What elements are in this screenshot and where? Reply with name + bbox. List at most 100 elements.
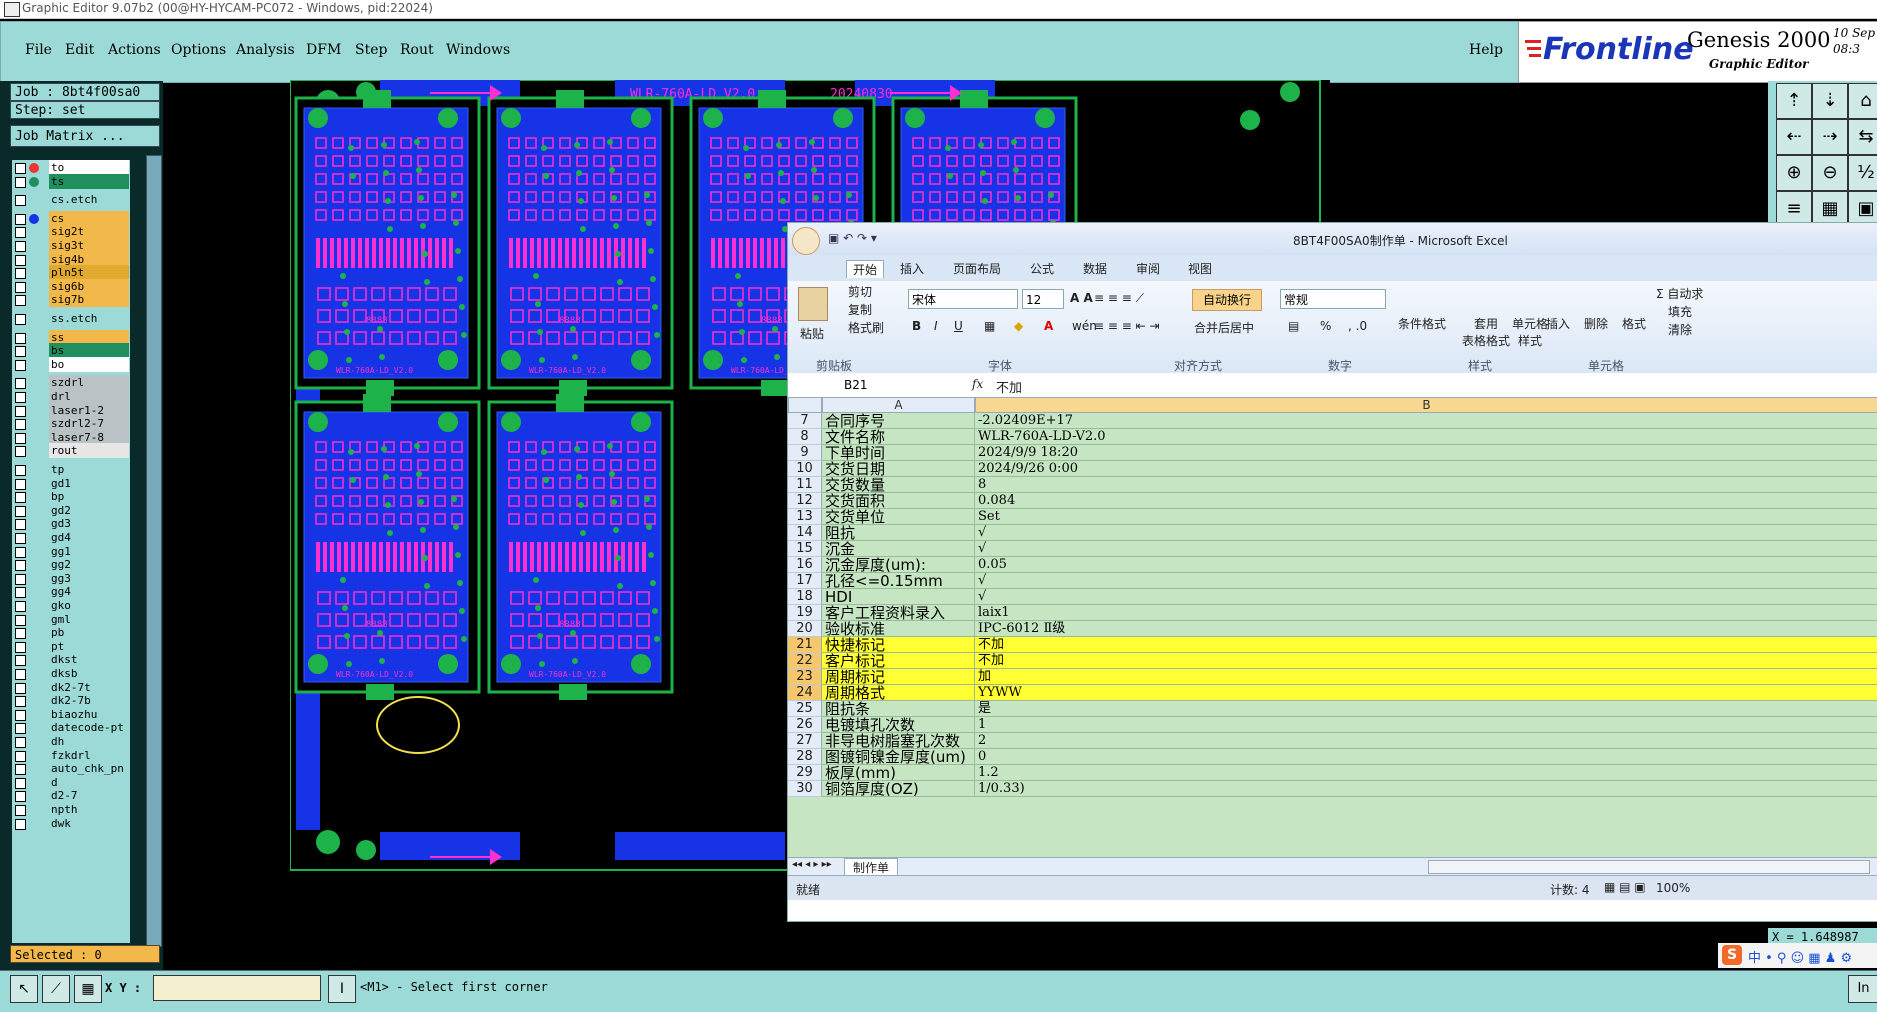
menu-options[interactable]: Options xyxy=(171,42,226,58)
tool-zoom-out-icon[interactable]: ⊖ xyxy=(1812,155,1848,191)
cell-b[interactable]: 1/0.33) xyxy=(975,781,1877,797)
row-number[interactable]: 26 xyxy=(788,717,822,733)
cell-b[interactable]: √ xyxy=(975,589,1877,605)
tab-formulas[interactable]: 公式 xyxy=(1030,260,1054,277)
column-header-b[interactable]: B xyxy=(975,397,1877,413)
row-number[interactable]: 10 xyxy=(788,461,822,477)
percent-button[interactable]: % xyxy=(1320,319,1331,333)
menu-dfm[interactable]: DFM xyxy=(306,42,341,58)
number-format-combo[interactable]: 常规 xyxy=(1280,289,1386,309)
layer-checkbox[interactable] xyxy=(15,378,26,390)
bold-button[interactable]: B xyxy=(912,319,921,333)
cell-b[interactable]: 不加 xyxy=(975,653,1877,669)
tool-scale-icon[interactable]: ½ xyxy=(1848,155,1877,191)
sheet-nav-icon[interactable]: ◂◂ ◂ ▸ ▸▸ xyxy=(792,859,832,870)
cell-b[interactable]: 0.084 xyxy=(975,493,1877,509)
select-all-corner[interactable] xyxy=(788,397,822,413)
tool-zoom-home-icon[interactable]: ⇡ xyxy=(1776,83,1812,119)
layer-checkbox[interactable] xyxy=(15,587,26,599)
row-number[interactable]: 27 xyxy=(788,733,822,749)
row-number[interactable]: 12 xyxy=(788,493,822,509)
layer-checkbox[interactable] xyxy=(15,669,26,680)
cell-a[interactable]: 沉金厚度(um): xyxy=(822,557,975,573)
row-number[interactable]: 7 xyxy=(788,413,822,429)
tool-cursor-icon[interactable]: I xyxy=(328,975,356,1003)
tool-fit-icon[interactable]: ⇆ xyxy=(1848,119,1877,155)
cell-b[interactable]: IPC-6012 Ⅱ级 xyxy=(975,621,1877,637)
underline-button[interactable]: U xyxy=(954,319,963,333)
tool-left-icon[interactable]: ⇠ xyxy=(1776,119,1812,155)
layer-checkbox[interactable] xyxy=(15,227,26,239)
conditional-format-button[interactable]: 条件格式 xyxy=(1398,315,1446,332)
layer-checkbox[interactable] xyxy=(15,213,26,225)
layer-checkbox[interactable] xyxy=(15,465,26,476)
format-cells-button[interactable]: 格式 xyxy=(1622,315,1646,332)
currency-icon[interactable]: ▤ xyxy=(1288,319,1299,333)
layer-checkbox[interactable] xyxy=(15,546,26,558)
ime-toolbar[interactable]: S 中 • ⚲ ☺ ▦ ♟ ⚙ xyxy=(1718,943,1877,968)
tab-view[interactable]: 视图 xyxy=(1188,260,1212,277)
layer-checkbox[interactable] xyxy=(15,432,26,444)
layer-checkbox[interactable] xyxy=(15,332,26,344)
font-grow-icon[interactable]: A A xyxy=(1070,291,1093,305)
layer-checkbox[interactable] xyxy=(15,446,26,458)
row-number[interactable]: 25 xyxy=(788,701,822,717)
quick-access-icon[interactable]: ▣ ↶ ↷ ▾ xyxy=(828,231,877,245)
cut-button[interactable]: 剪切 xyxy=(848,283,872,300)
layer-checkbox[interactable] xyxy=(15,405,26,417)
cell-a[interactable]: 阻抗 xyxy=(822,525,975,541)
layer-row-cs-etch[interactable]: cs.etch xyxy=(12,192,130,208)
cell-a[interactable]: 非导电树脂塞孔次数 xyxy=(822,733,975,749)
row-number[interactable]: 29 xyxy=(788,765,822,781)
cell-styles-button[interactable]: 单元格 样式 xyxy=(1512,315,1548,349)
decimal-icon[interactable]: , .0 xyxy=(1348,319,1367,333)
cell-b[interactable]: 8 xyxy=(975,477,1877,493)
cell-a[interactable]: 快捷标记 xyxy=(822,637,975,653)
paste-icon[interactable] xyxy=(798,287,828,321)
autosum-button[interactable]: Σ 自动求 xyxy=(1656,285,1703,302)
layer-checkbox[interactable] xyxy=(15,359,26,371)
font-name-combo[interactable]: 宋体 xyxy=(908,289,1018,309)
layer-row-bo[interactable]: bo xyxy=(12,356,130,373)
layer-checkbox[interactable] xyxy=(15,492,26,504)
insert-cells-button[interactable]: 插入 xyxy=(1546,315,1570,332)
paste-button[interactable]: 粘贴 xyxy=(800,325,824,342)
cell-a[interactable]: 铜箔厚度(OZ) xyxy=(822,781,975,797)
layer-checkbox[interactable] xyxy=(15,419,26,431)
column-header-a[interactable]: A xyxy=(822,397,975,413)
cell-b[interactable]: 2024/9/9 18:20 xyxy=(975,445,1877,461)
fx-icon[interactable]: fx xyxy=(972,377,983,391)
menu-step[interactable]: Step xyxy=(355,42,387,58)
layer-checkbox[interactable] xyxy=(15,601,26,612)
row-number[interactable]: 20 xyxy=(788,621,822,637)
cell-b[interactable]: 1.2 xyxy=(975,765,1877,781)
layer-scrollbar[interactable] xyxy=(146,155,162,947)
layer-checkbox[interactable] xyxy=(15,805,26,816)
layer-checkbox[interactable] xyxy=(15,519,26,531)
row-number[interactable]: 23 xyxy=(788,669,822,685)
layer-checkbox[interactable] xyxy=(15,723,26,735)
layer-row-sig7b[interactable]: sig7b xyxy=(12,292,130,308)
row-number[interactable]: 14 xyxy=(788,525,822,541)
cell-b[interactable]: √ xyxy=(975,573,1877,589)
cell-a[interactable]: 沉金 xyxy=(822,541,975,557)
tool-pan-icon[interactable]: ⇣ xyxy=(1812,83,1848,119)
row-number[interactable]: 30 xyxy=(788,781,822,797)
cell-b[interactable]: YYWW xyxy=(975,685,1877,701)
cell-b[interactable]: 0.05 xyxy=(975,557,1877,573)
table-format-button[interactable]: 套用 表格格式 xyxy=(1462,315,1510,349)
cell-a[interactable]: 交货面积 xyxy=(822,493,975,509)
layer-checkbox[interactable] xyxy=(15,791,26,803)
ime-status-icon[interactable]: 中 • ⚲ ☺ ▦ ♟ ⚙ xyxy=(1748,947,1852,966)
layer-checkbox[interactable] xyxy=(15,268,26,280)
layer-checkbox[interactable] xyxy=(15,818,26,830)
cell-b[interactable]: 2 xyxy=(975,733,1877,749)
layer-checkbox[interactable] xyxy=(15,777,26,789)
format-painter-button[interactable]: 格式刷 xyxy=(848,319,884,336)
cell-b[interactable]: √ xyxy=(975,541,1877,557)
view-mode-icon[interactable]: ▦ ▤ ▣ xyxy=(1604,880,1646,894)
cell-b[interactable]: WLR-760A-LD-V2.0 xyxy=(975,429,1877,445)
cell-a[interactable]: 孔径<=0.15mm xyxy=(822,573,975,589)
sogou-icon[interactable]: S xyxy=(1722,945,1742,965)
job-matrix-button[interactable]: Job Matrix ... xyxy=(10,125,160,147)
